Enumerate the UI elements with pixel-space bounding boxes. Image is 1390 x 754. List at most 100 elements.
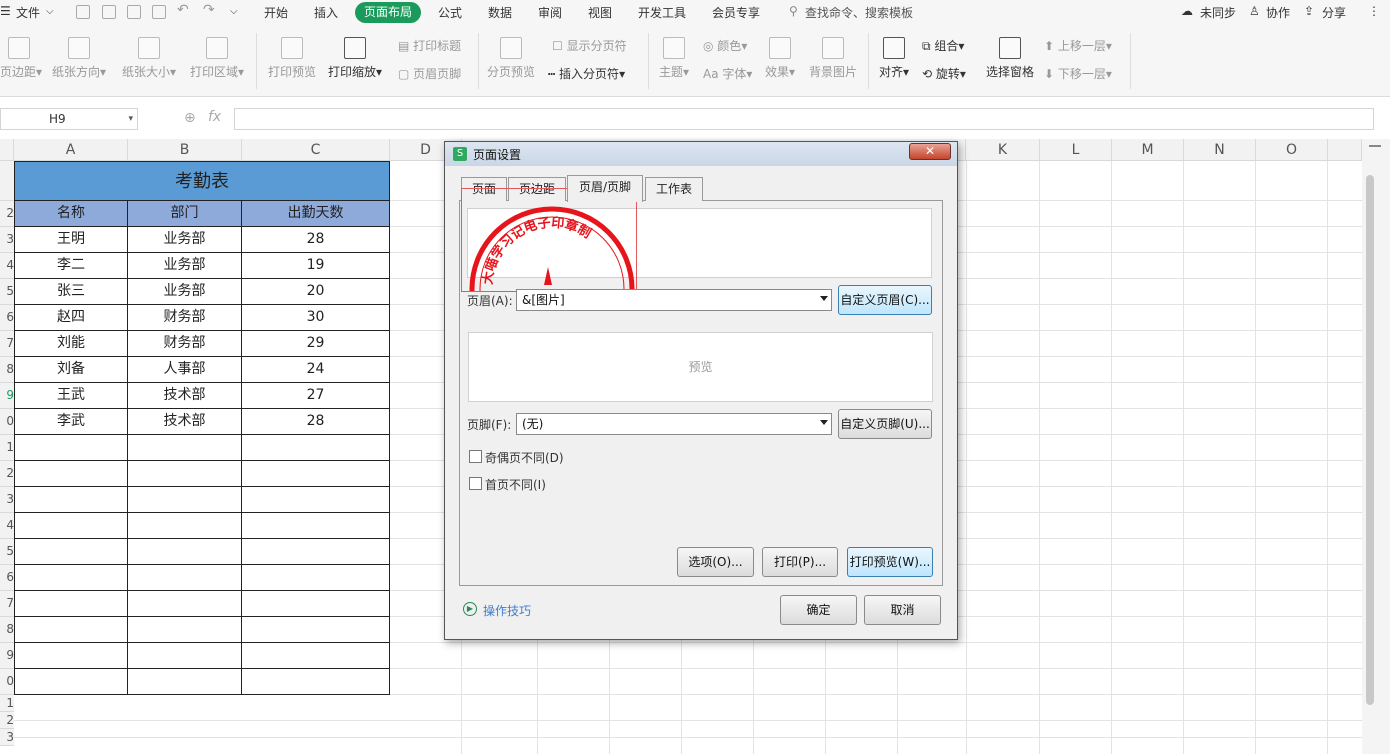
table-cell[interactable]: 刘能 [14,331,128,357]
row-header[interactable]: 4 [0,513,14,539]
table-cell[interactable]: 人事部 [128,357,242,383]
sync-status[interactable]: 未同步 [1200,4,1236,21]
footer-select[interactable]: (无) [516,413,832,435]
command-search[interactable]: 查找命令、搜索模板 [805,4,913,21]
column-header-c[interactable]: C [242,139,390,161]
row-header[interactable]: 7 [0,331,14,357]
group-button[interactable]: ⧉ 组合▾ [922,37,964,54]
background-image-button[interactable]: 背景图片 [808,37,858,80]
tab-developer[interactable]: 开发工具 [638,4,686,21]
empty-cell[interactable] [242,591,390,617]
empty-cell[interactable] [14,487,128,513]
table-cell[interactable]: 业务部 [128,253,242,279]
table-cell[interactable]: 财务部 [128,331,242,357]
row-header[interactable]: 0 [0,409,14,435]
undo-icon[interactable]: ↶ [177,2,189,18]
row-header[interactable]: 2 [0,201,14,227]
row-header[interactable] [0,161,14,201]
formula-input[interactable] [234,108,1374,130]
header-footer-button[interactable]: ▢ 页眉页脚 [398,65,461,82]
print-icon[interactable] [127,5,141,19]
table-cell[interactable]: 李武 [14,409,128,435]
row-header[interactable]: 1 [0,435,14,461]
empty-cell[interactable] [242,487,390,513]
hamburger-icon[interactable]: ☰ [0,4,11,18]
name-box[interactable]: H9 ▾ [0,108,138,130]
empty-cell[interactable] [128,461,242,487]
row-header[interactable]: 2 [0,461,14,487]
fx-icon[interactable]: fx [208,109,221,125]
column-header-b[interactable]: B [128,139,242,161]
print-scale-button[interactable]: 打印缩放▾ [326,37,384,80]
tab-header-footer[interactable]: 页眉/页脚 [567,175,643,202]
table-cell[interactable]: 张三 [14,279,128,305]
table-cell[interactable]: 28 [242,227,390,253]
row-header-active[interactable]: 9 [0,383,14,409]
empty-cell[interactable] [242,643,390,669]
tab-member[interactable]: 会员专享 [712,4,760,21]
table-cell[interactable]: 刘备 [14,357,128,383]
tab-page-layout[interactable]: 页面布局 [355,2,421,23]
empty-cell[interactable] [128,565,242,591]
column-header-m[interactable]: M [1112,139,1184,161]
insert-page-break-button[interactable]: ┅ 插入分页符▾ [548,65,625,82]
row-header[interactable]: 7 [0,591,14,617]
vertical-scrollbar[interactable] [1362,139,1390,754]
row-header[interactable]: 2 [0,712,14,729]
empty-cell[interactable] [242,513,390,539]
effects-button[interactable]: 效果▾ [762,37,798,80]
more-menu-icon[interactable]: ⋮ [1368,4,1380,18]
align-button[interactable]: 对齐▾ [876,37,912,80]
table-cell[interactable]: 王武 [14,383,128,409]
select-all-corner[interactable] [0,139,14,161]
empty-cell[interactable] [14,617,128,643]
share-button[interactable]: 分享 [1322,4,1346,21]
cloud-sync-icon[interactable]: ☁ [1181,4,1193,18]
empty-cell[interactable] [14,565,128,591]
odd-even-checkbox[interactable] [469,450,482,463]
custom-header-button[interactable]: 自定义页眉(C)... [838,285,932,315]
tab-sheet[interactable]: 工作表 [645,177,703,201]
table-title[interactable]: 考勤表 [14,161,390,201]
row-header[interactable]: 1 [0,695,14,712]
collab-button[interactable]: 协作 [1266,4,1290,21]
table-cell[interactable]: 19 [242,253,390,279]
chevron-down-icon[interactable]: ⌵ [46,6,54,17]
odd-even-label[interactable]: 奇偶页不同(D) [485,449,564,466]
empty-cell[interactable] [128,617,242,643]
column-header-a[interactable]: A [14,139,128,161]
empty-cell[interactable] [242,461,390,487]
tab-home[interactable]: 开始 [264,4,288,21]
rotate-button[interactable]: ⟲ 旋转▾ [922,65,966,82]
table-cell[interactable]: 20 [242,279,390,305]
send-backward-button[interactable]: ⬇ 下移一层▾ [1044,65,1112,82]
table-cell[interactable]: 技术部 [128,383,242,409]
row-header[interactable]: 3 [0,487,14,513]
share-icon[interactable]: ⇪ [1304,4,1314,18]
empty-cell[interactable] [128,487,242,513]
row-header[interactable]: 3 [0,729,14,746]
column-header-l[interactable]: L [1040,139,1112,161]
empty-cell[interactable] [242,565,390,591]
table-cell[interactable]: 业务部 [128,227,242,253]
table-cell[interactable]: 30 [242,305,390,331]
row-header[interactable]: 5 [0,279,14,305]
row-header[interactable]: 9 [0,643,14,669]
header-select[interactable]: &[图片] [516,289,832,311]
tips-link[interactable]: 操作技巧 [483,602,531,619]
orientation-button[interactable]: 纸张方向▾ [50,37,108,80]
zoom-formula-icon[interactable]: ⊕ [184,110,196,126]
print-button[interactable]: 打印(P)... [762,547,838,577]
save-icon[interactable] [76,5,90,19]
empty-cell[interactable] [242,617,390,643]
selection-pane-button[interactable]: 选择窗格 [985,37,1035,80]
tab-review[interactable]: 审阅 [538,4,562,21]
table-cell[interactable]: 27 [242,383,390,409]
show-page-break-checkbox[interactable]: ☐ 显示分页符 [552,37,627,54]
tab-data[interactable]: 数据 [488,4,512,21]
dialog-titlebar[interactable]: S 页面设置 ✕ [445,142,957,166]
tab-formulas[interactable]: 公式 [438,4,462,21]
menu-file[interactable]: 文件 [16,4,40,21]
empty-cell[interactable] [242,435,390,461]
empty-cell[interactable] [128,513,242,539]
